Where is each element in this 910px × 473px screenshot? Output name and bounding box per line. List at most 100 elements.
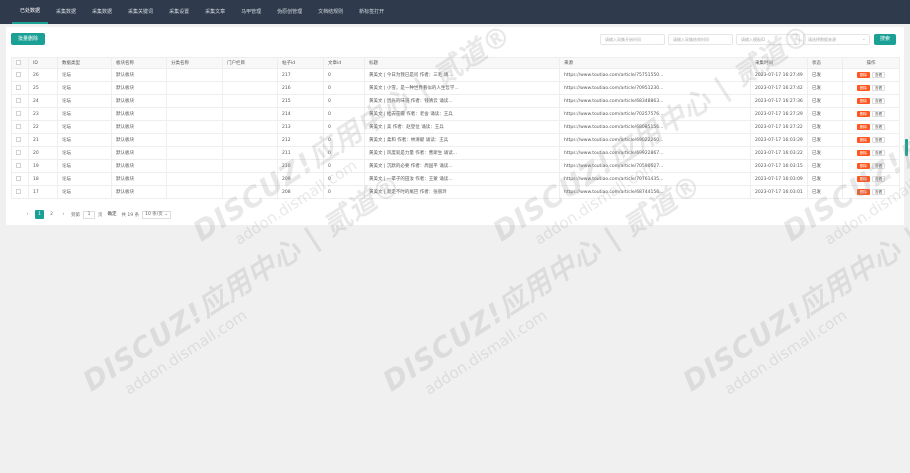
cell-source: https://www.toutiao.com/article/70590627… [559, 159, 751, 173]
cell-category [166, 94, 223, 108]
cell-board: 默认板块 [111, 146, 167, 160]
cell-type: 论坛 [57, 107, 112, 121]
checkbox[interactable] [16, 72, 21, 77]
row-select[interactable] [11, 172, 29, 186]
prev-page-button[interactable]: ‹ [23, 210, 32, 219]
cell-board: 默认板块 [111, 159, 167, 173]
view-button[interactable]: 查看 [872, 71, 886, 78]
nav-tab-pseudo-original[interactable]: 伪原创管理 [269, 0, 310, 24]
cell-actions: 删除 查看 [842, 172, 900, 186]
checkbox[interactable] [16, 60, 21, 65]
header-category: 分类名称 [166, 57, 223, 69]
cell-board: 默认板块 [111, 133, 167, 147]
delete-button[interactable]: 删除 [856, 84, 870, 91]
header-aid: 文章id [323, 57, 365, 69]
checkbox[interactable] [16, 98, 21, 103]
nav-tab-processed[interactable]: 已处数据 [12, 0, 49, 24]
cell-category [166, 172, 223, 186]
checkbox[interactable] [16, 85, 21, 90]
checkbox[interactable] [16, 189, 21, 194]
page-1-button[interactable]: 1 [35, 210, 44, 219]
view-button[interactable]: 查看 [872, 175, 886, 182]
cell-actions: 删除 查看 [842, 94, 900, 108]
checkbox[interactable] [16, 124, 21, 129]
nav-tab-keywords[interactable]: 采集关键词 [120, 0, 161, 24]
goto-confirm-button[interactable]: 确定 [106, 211, 119, 219]
cell-id: 20 [28, 146, 58, 160]
view-button[interactable]: 查看 [872, 188, 886, 195]
cell-tid: 211 [277, 146, 324, 160]
row-select[interactable] [11, 94, 29, 108]
cell-aid: 0 [323, 120, 365, 134]
delete-button[interactable]: 删除 [856, 136, 870, 143]
view-button[interactable]: 查看 [872, 97, 886, 104]
cell-board: 默认板块 [111, 81, 167, 95]
delete-button[interactable]: 删除 [856, 71, 870, 78]
cell-status: 已发 [807, 68, 843, 82]
per-page-select[interactable]: 10 条/页 ⌄ [142, 210, 171, 219]
nav-tab-collect-data-2[interactable]: 采集数据 [84, 0, 120, 24]
checkbox[interactable] [16, 163, 21, 168]
end-time-input[interactable]: 请输入采集结束时间 [668, 34, 733, 45]
cell-title: 黄美文 | 柔和 作者：林清献 诵读：王兵 [364, 133, 560, 147]
nav-tab-vest[interactable]: 马甲管理 [233, 0, 269, 24]
cell-type: 论坛 [57, 68, 112, 82]
page-2-button[interactable]: 2 [47, 210, 56, 219]
nav-tab-collect-data[interactable]: 采集数据 [48, 0, 84, 24]
cell-aid: 0 [323, 107, 365, 121]
cell-source: https://www.toutiao.com/article/70761435… [559, 172, 751, 186]
row-select[interactable] [11, 133, 29, 147]
watermark-sub: addon.dismall.com [421, 306, 551, 399]
checkbox[interactable] [16, 111, 21, 116]
nav-tab-articles[interactable]: 采集文章 [197, 0, 233, 24]
scrollbar-thumb[interactable] [905, 139, 908, 156]
batch-delete-button[interactable]: 批量删除 [11, 33, 45, 45]
next-page-button[interactable]: › [59, 210, 68, 219]
row-select[interactable] [11, 81, 29, 95]
view-button[interactable]: 查看 [872, 162, 886, 169]
delete-button[interactable]: 删除 [856, 123, 870, 130]
header-select-all[interactable] [11, 57, 29, 69]
template-id-input[interactable]: 请输入模板ID [736, 34, 800, 45]
cell-actions: 删除 查看 [842, 107, 900, 121]
chevron-down-icon: ⌄ [164, 211, 168, 217]
view-button[interactable]: 查看 [872, 110, 886, 117]
start-time-input[interactable]: 请输入采集开始时间 [600, 34, 665, 45]
cell-board: 默认板块 [111, 185, 167, 199]
search-button[interactable]: 搜索 [874, 34, 896, 45]
row-select[interactable] [11, 68, 29, 82]
goto-page-input[interactable]: 1 [83, 210, 95, 219]
row-select[interactable] [11, 159, 29, 173]
delete-button[interactable]: 删除 [856, 149, 870, 156]
cell-title: 黄美文 | 就走不时的尾巴 作者：张丽玲 [364, 185, 560, 199]
nav-tab-new-tab[interactable]: 新标签打开 [351, 0, 392, 24]
view-button[interactable]: 查看 [872, 84, 886, 91]
cell-portal [222, 172, 278, 186]
delete-button[interactable]: 删除 [856, 175, 870, 182]
cell-category [166, 159, 223, 173]
row-select[interactable] [11, 185, 29, 199]
cell-category [166, 81, 223, 95]
row-select[interactable] [11, 120, 29, 134]
cell-actions: 删除 查看 [842, 185, 900, 199]
checkbox[interactable] [16, 176, 21, 181]
delete-button[interactable]: 删除 [856, 110, 870, 117]
cell-actions: 删除 查看 [842, 146, 900, 160]
checkbox[interactable] [16, 150, 21, 155]
delete-button[interactable]: 删除 [856, 97, 870, 104]
nav-tab-doc-rules[interactable]: 文档结规则 [310, 0, 351, 24]
view-button[interactable]: 查看 [872, 123, 886, 130]
cell-tid: 216 [277, 81, 324, 95]
checkbox[interactable] [16, 137, 21, 142]
nav-tab-settings[interactable]: 采集设置 [161, 0, 197, 24]
cell-source: https://www.toutiao.com/article/68348863… [559, 94, 751, 108]
view-button[interactable]: 查看 [872, 149, 886, 156]
cell-source: https://www.toutiao.com/article/68085156… [559, 120, 751, 134]
delete-button[interactable]: 删除 [856, 162, 870, 169]
row-select[interactable] [11, 146, 29, 160]
delete-button[interactable]: 删除 [856, 188, 870, 195]
row-select[interactable] [11, 107, 29, 121]
cell-aid: 0 [323, 172, 365, 186]
view-button[interactable]: 查看 [872, 136, 886, 143]
source-select[interactable]: 请选择数据来源 ⌄ [803, 34, 870, 45]
